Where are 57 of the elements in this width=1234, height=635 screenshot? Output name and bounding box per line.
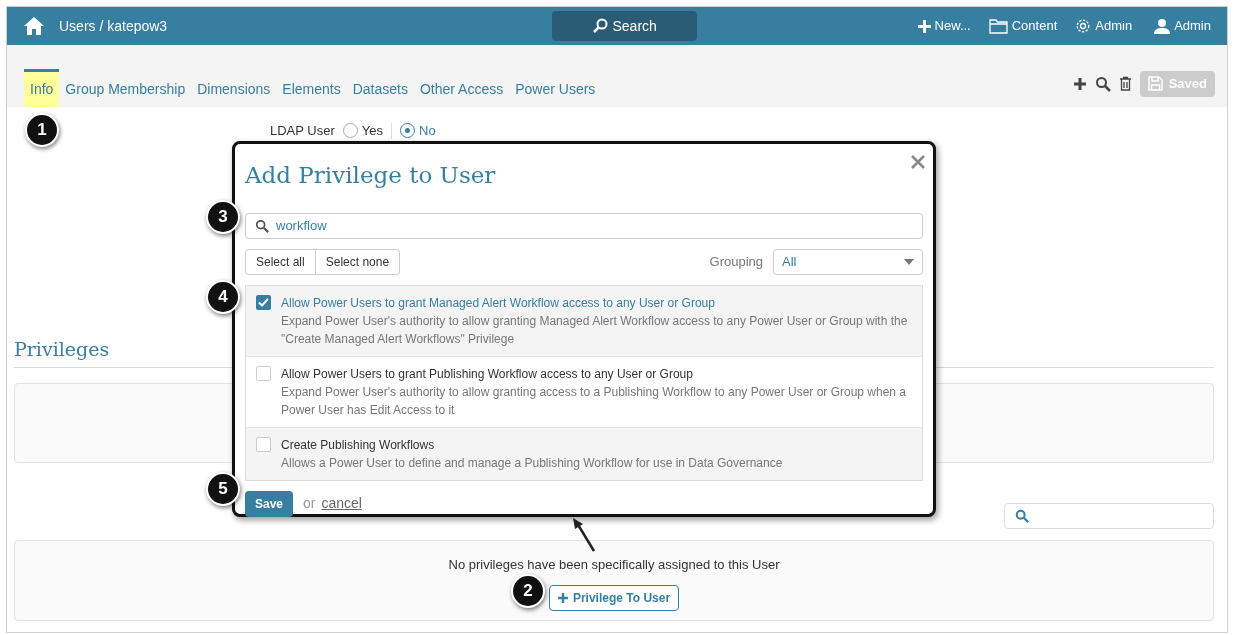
- tab[interactable]: Dimensions: [191, 69, 277, 107]
- search-icon: [255, 218, 269, 233]
- plus-icon[interactable]: [1072, 76, 1087, 91]
- user-menu[interactable]: Admin: [1154, 16, 1211, 36]
- empty-message: No privileges have been specifically assigned to this User: [448, 556, 780, 574]
- settings-icon: [1075, 18, 1092, 34]
- privilege-description: Expand Power User's authority to allow granting access to a Publishing Workflow to any Power User or Group when a Power User has Edit Access to it: [281, 383, 908, 419]
- grouping-label: Grouping: [709, 252, 763, 271]
- plus-icon: [917, 19, 931, 33]
- privilege-title: Allow Power Users to grant Managed Alert Workflow access to any User or Group: [281, 294, 716, 312]
- privilege-description: Allows a Power User to define and manage a Publishing Workflow for use in Data Governance: [281, 454, 783, 472]
- caret-icon: [904, 258, 914, 265]
- folder-icon: [988, 18, 1008, 34]
- step-badge: 5: [206, 472, 240, 506]
- home-icon[interactable]: [23, 16, 45, 36]
- search-icon: [1015, 509, 1029, 523]
- search-icon[interactable]: [1094, 75, 1111, 92]
- nav-link[interactable]: Content: [988, 16, 1058, 36]
- checkbox[interactable]: [256, 365, 271, 381]
- search-button[interactable]: Search: [552, 11, 698, 41]
- tab[interactable]: Elements: [276, 69, 347, 107]
- search-field[interactable]: workflow: [245, 212, 923, 239]
- select-none-button[interactable]: Select none: [315, 248, 401, 275]
- select-all-button[interactable]: Select all: [245, 248, 316, 275]
- tab[interactable]: Group Membership: [59, 69, 192, 107]
- arrow: [571, 517, 597, 553]
- privilege-title: Allow Power Users to grant Publishing Workflow access to any User or Group: [281, 365, 694, 383]
- radio-option[interactable]: No: [400, 121, 436, 141]
- dialog-title: Add Privilege to User: [245, 161, 496, 190]
- filter-field[interactable]: [1004, 503, 1214, 529]
- grouping-dropdown[interactable]: All: [773, 248, 923, 275]
- search-icon: [592, 18, 609, 34]
- field-label: LDAP User: [270, 122, 335, 140]
- breadcrumb[interactable]: Users / katepow3: [59, 15, 168, 37]
- plus-icon: [557, 592, 568, 603]
- tab[interactable]: Power Users: [509, 69, 602, 107]
- step-badge: 4: [206, 280, 240, 314]
- checkbox[interactable]: [256, 436, 271, 452]
- step-badge: 3: [206, 200, 240, 234]
- privilege-row[interactable]: Create Publishing Workflows Allows a Power User to define and manage a Publishing Workflow for use in Data Governance: [246, 426, 922, 480]
- add-privilege-button[interactable]: Privilege To User: [548, 584, 680, 611]
- privilege-title: Create Publishing Workflows: [281, 436, 436, 454]
- nav-link[interactable]: New...: [917, 16, 971, 36]
- trash-icon[interactable]: [1118, 76, 1132, 91]
- close-icon[interactable]: [911, 155, 925, 169]
- privilege-row[interactable]: [246, 285, 922, 356]
- or-text: or: [303, 494, 316, 513]
- cancel-link[interactable]: cancel: [321, 493, 362, 514]
- radio-option[interactable]: Yes: [342, 121, 383, 141]
- tab[interactable]: Info: [24, 69, 60, 107]
- save-button[interactable]: Save: [245, 490, 294, 517]
- checkbox[interactable]: [256, 294, 271, 310]
- nav-link[interactable]: Admin: [1075, 16, 1133, 36]
- tab[interactable]: Other Access: [413, 69, 510, 107]
- tab[interactable]: Datasets: [346, 69, 414, 107]
- user-icon: [1154, 18, 1171, 34]
- step-badge: 1: [25, 113, 59, 147]
